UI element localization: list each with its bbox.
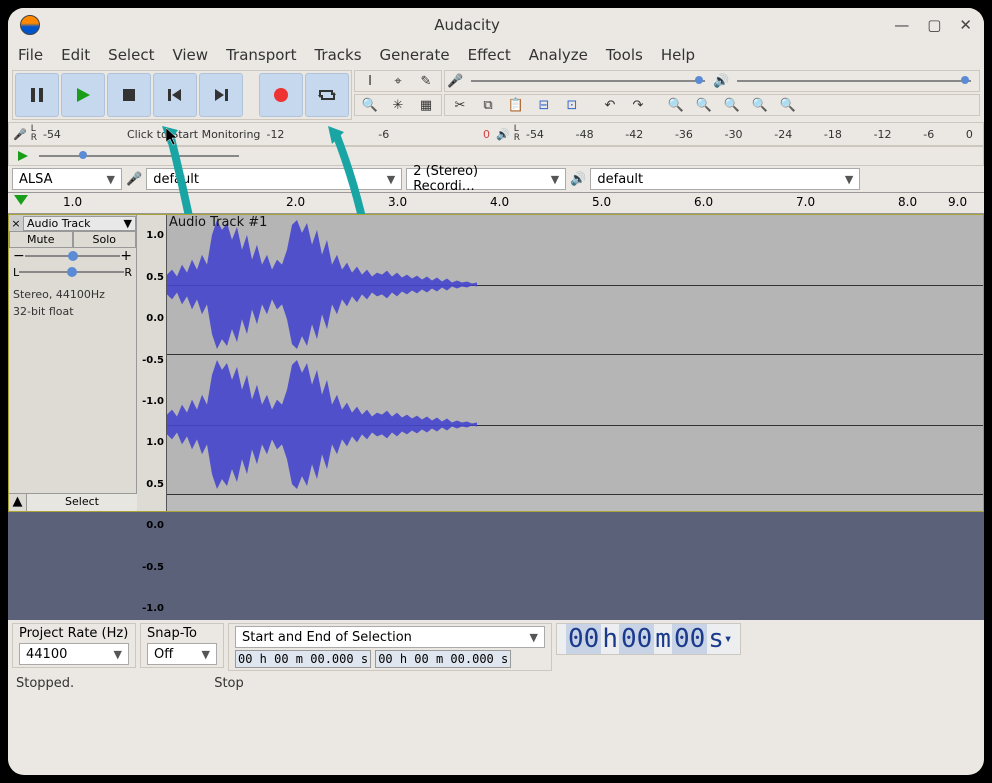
close-button[interactable]: ✕ [959,16,972,34]
play-meter[interactable]: -54-48-42-36-30-24-18-12-60 [520,128,979,141]
status-center: Stop [214,676,244,691]
zoom-fit-icon[interactable]: 🔍 [747,96,773,114]
menu-file[interactable]: File [18,46,43,64]
play-device-combo[interactable]: default▼ [590,168,860,190]
zoom-in-icon[interactable]: 🔍 [663,96,689,114]
playhead-icon[interactable] [14,195,28,205]
menu-effect[interactable]: Effect [468,46,511,64]
loop-button[interactable] [305,73,349,117]
zoom-tool-icon[interactable]: 🔍 [357,96,383,114]
timeshift-tool-icon[interactable]: ✳ [385,96,411,114]
status-left: Stopped. [16,676,74,691]
meter-placeholder[interactable]: Click to Start Monitoring [127,128,260,141]
tools-toolbar: I ⌖ ✎ [354,70,442,92]
menu-help[interactable]: Help [661,46,695,64]
volume-sliders: 🎤 🔊 [444,70,980,92]
paste-icon[interactable]: 📋 [503,96,529,114]
rec-channels-combo[interactable]: 2 (Stereo) Recordi…▼ [406,168,566,190]
transport-toolbar [12,70,352,120]
selection-mode-combo[interactable]: Start and End of Selection▼ [235,626,545,648]
menu-view[interactable]: View [172,46,208,64]
minimize-button[interactable]: — [894,16,909,34]
gain-slider[interactable]: −+ [9,248,136,264]
mic-dev-icon: 🎤 [126,172,142,187]
skip-start-button[interactable] [153,73,197,117]
menu-transport[interactable]: Transport [226,46,296,64]
maximize-button[interactable]: ▢ [927,16,941,34]
skip-end-button[interactable] [199,73,243,117]
solo-button[interactable]: Solo [73,231,137,248]
selection-start-time[interactable]: 00 h 00 m 00.000 s [235,650,371,668]
zoom-sel-icon[interactable]: 🔍 [719,96,745,114]
waveform-right-channel [167,355,983,495]
waveform-display[interactable]: Audio Track #1 [167,215,983,511]
track-area: × Audio Track▼ Mute Solo −+ LR Stereo, 4… [8,214,984,512]
rec-device-combo[interactable]: default▼ [146,168,402,190]
menu-select[interactable]: Select [108,46,154,64]
project-rate-combo[interactable]: 44100▼ [19,643,129,665]
play-button[interactable] [61,73,105,117]
speaker-dev-icon: 🔊 [570,172,586,187]
speaker-icon: 🔊 [713,74,729,89]
menu-tools[interactable]: Tools [606,46,643,64]
rec-meter[interactable]: -54 -48 Click to Start Monitoring -12 -6… [37,128,496,141]
play-small-icon[interactable] [17,150,29,162]
trim-icon[interactable]: ⊟ [531,96,557,114]
speed-slider[interactable] [39,155,239,157]
multi-tool-icon[interactable]: ▦ [413,96,439,114]
window-title: Audacity [40,16,894,34]
audio-host-combo[interactable]: ALSA▼ [12,168,122,190]
track-select-button[interactable]: Select [27,494,137,511]
envelope-tool-icon[interactable]: ⌖ [385,72,411,90]
pause-button[interactable] [15,73,59,117]
device-toolbar: ALSA▼ 🎤 default▼ 2 (Stereo) Recordi…▼ 🔊 … [8,166,984,192]
cut-icon[interactable]: ✂ [447,96,473,114]
draw-tool-icon[interactable]: ✎ [413,72,439,90]
waveform-left-channel [167,215,983,355]
zoom-out-icon[interactable]: 🔍 [691,96,717,114]
collapse-button[interactable]: ▲ [9,494,27,511]
zoom-toggle-icon[interactable]: 🔍 [775,96,801,114]
menu-edit[interactable]: Edit [61,46,90,64]
mic-meter-icon[interactable]: 🎤 [13,128,27,141]
track-menu-button[interactable]: Audio Track▼ [23,216,136,231]
playback-speed-bar [8,146,984,166]
audio-position-display[interactable]: 00 h 00 m 00 s▾ [556,623,741,655]
menu-analyze[interactable]: Analyze [529,46,588,64]
project-rate-label: Project Rate (Hz) [19,626,129,641]
status-bar: Stopped. Stop [8,674,984,693]
mic-icon: 🎤 [447,74,463,89]
selection-tool-icon[interactable]: I [357,72,383,90]
record-button[interactable] [259,73,303,117]
snap-to-combo[interactable]: Off▼ [147,643,217,665]
track-close-button[interactable]: × [9,217,23,230]
copy-icon[interactable]: ⧉ [475,96,501,114]
mute-button[interactable]: Mute [9,231,73,248]
track-title: Audio Track #1 [169,215,267,230]
track-control-panel: × Audio Track▼ Mute Solo −+ LR Stereo, 4… [9,215,137,511]
redo-icon[interactable]: ↷ [625,96,651,114]
speaker-meter-icon[interactable]: 🔊 [496,128,510,141]
menubar: File Edit Select View Transport Tracks G… [8,42,984,68]
timeline-ruler[interactable]: 1.0 2.0 3.0 4.0 5.0 6.0 7.0 8.0 9.0 [8,192,984,214]
silence-icon[interactable]: ⊡ [559,96,585,114]
titlebar: Audacity — ▢ ✕ [8,8,984,42]
undo-icon[interactable]: ↶ [597,96,623,114]
stop-button[interactable] [107,73,151,117]
meter-bar: 🎤 LR -54 -48 Click to Start Monitoring -… [8,122,984,146]
menu-generate[interactable]: Generate [380,46,450,64]
track-info: Stereo, 44100Hz [9,286,136,303]
app-logo-icon [20,15,40,35]
selection-end-time[interactable]: 00 h 00 m 00.000 s [375,650,511,668]
pan-slider[interactable]: LR [9,264,136,280]
amplitude-scale: 1.00.50.0-0.5-1.0 1.00.50.0-0.5-1.0 [137,215,167,511]
edit-toolbar: ✂ ⧉ 📋 ⊟ ⊡ ↶ ↷ 🔍 🔍 🔍 🔍 🔍 [444,94,980,116]
menu-tracks[interactable]: Tracks [314,46,361,64]
